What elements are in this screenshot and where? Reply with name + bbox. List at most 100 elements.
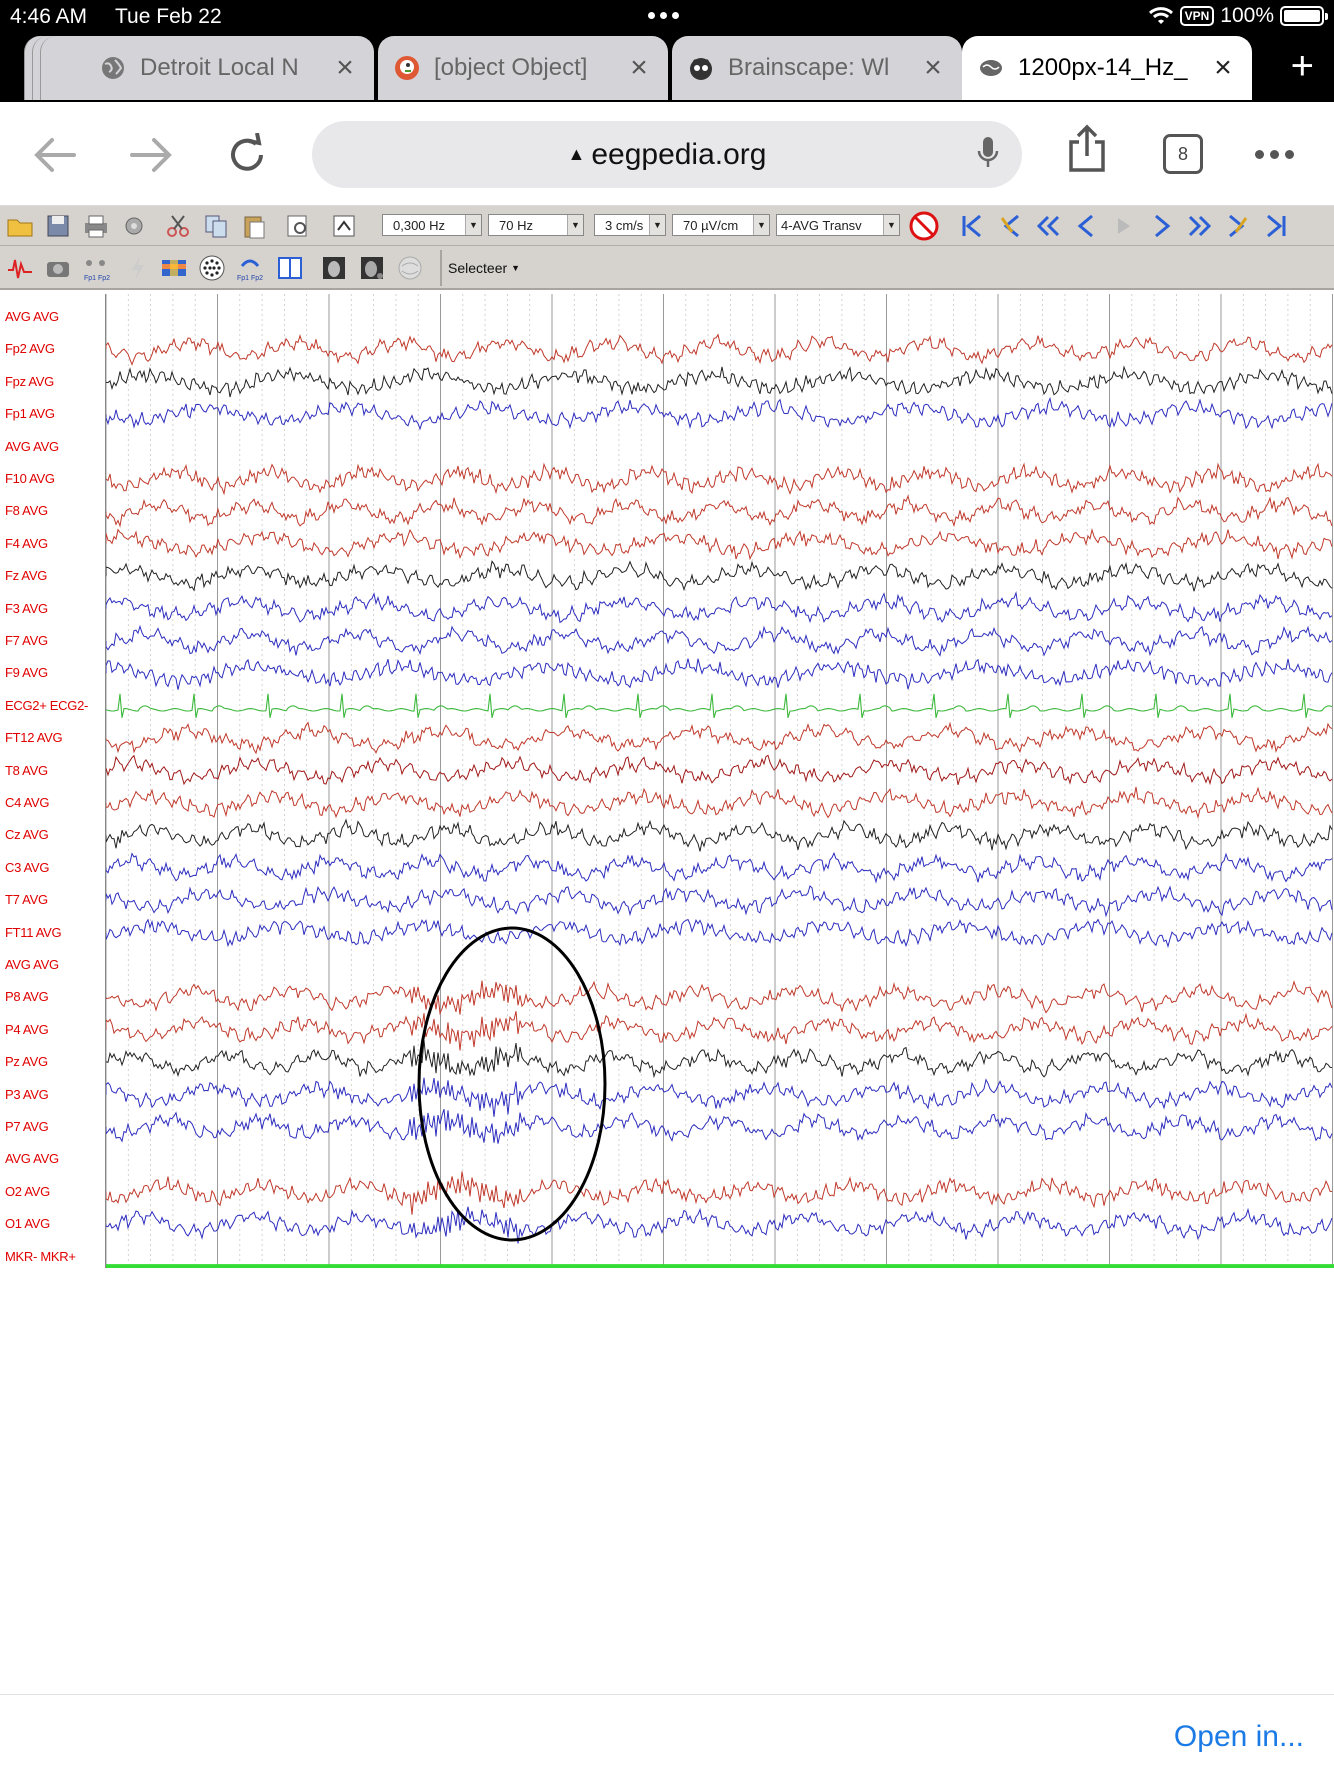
speed-value: 3 cm/s	[605, 217, 644, 233]
close-tab-icon[interactable]: ×	[920, 53, 946, 83]
channel-label: P3 AVG	[5, 1086, 49, 1102]
open-in-button[interactable]: Open in...	[1174, 1720, 1304, 1754]
reload-button[interactable]	[222, 130, 272, 180]
high-filter-select[interactable]: 70 Hz ▼	[488, 214, 584, 236]
channel-label: MKR- MKR+	[5, 1248, 76, 1264]
eeg-toolbar-bottom: Fp1 Fp2 Fp1 Fp2 Selecteer ▼	[0, 246, 1334, 290]
no-entry-icon[interactable]	[908, 210, 940, 242]
chevron-down-icon: ▼	[511, 263, 521, 273]
channel-label: AVG AVG	[5, 309, 59, 324]
vpn-badge: VPN	[1179, 6, 1215, 26]
close-tab-icon[interactable]: ×	[626, 53, 652, 83]
address-bar[interactable]: ▲ eegpedia.org	[312, 121, 1022, 188]
channel-labels: AVG AVG Fp2 AVG Fpz AVG Fp1 AVG AVG AVG F10 A…	[0, 294, 106, 1268]
save-icon[interactable]	[44, 212, 72, 240]
play-icon[interactable]	[1110, 212, 1138, 240]
channel-trace	[106, 527, 1333, 561]
sensitivity-value: 70 µV/cm	[683, 217, 739, 233]
lightning-icon[interactable]	[124, 254, 152, 282]
microphone-icon[interactable]	[976, 135, 1000, 173]
select-menu-button[interactable]: Selecteer ▼	[448, 254, 520, 282]
chevron-down-icon: ▼	[649, 215, 665, 235]
reload-icon	[231, 133, 263, 171]
arrow-left-icon	[34, 138, 76, 172]
channel-trace	[106, 1109, 1333, 1144]
waveform-icon[interactable]	[6, 254, 34, 282]
chevron-down-icon: ▼	[465, 215, 481, 235]
channel-label: Fp2 AVG	[5, 341, 55, 357]
duckduckgo-icon	[394, 55, 420, 81]
electrode-fp1-fp2-icon[interactable]: Fp1 Fp2	[82, 254, 110, 282]
jump-back-icon[interactable]	[996, 212, 1024, 240]
head-video-icon[interactable]	[358, 254, 386, 282]
jump-forward-icon[interactable]	[1224, 212, 1252, 240]
cut-icon[interactable]	[164, 212, 192, 240]
go-last-icon[interactable]	[1262, 212, 1290, 240]
channel-trace	[106, 494, 1333, 528]
annotation-circle	[417, 926, 607, 1242]
channel-trace	[106, 333, 1333, 366]
close-tab-icon[interactable]: ×	[332, 53, 358, 83]
more-options-icon[interactable]	[1255, 150, 1294, 159]
electrode-grid-icon[interactable]	[198, 254, 226, 282]
tab-detroit[interactable]: Detroit Local N ×	[84, 36, 374, 100]
speed-select[interactable]: 3 cm/s ▼	[594, 214, 666, 236]
low-filter-select[interactable]: 0,300 Hz ▼	[382, 214, 482, 236]
head-profile-icon[interactable]	[320, 254, 348, 282]
multitasking-dots-icon[interactable]	[648, 12, 679, 19]
back-icon[interactable]	[1072, 212, 1100, 240]
tab-label: 1200px-14_Hz_	[1018, 54, 1188, 81]
battery-icon	[1280, 6, 1328, 26]
fast-back-icon[interactable]	[1034, 212, 1062, 240]
camera-icon[interactable]	[44, 254, 72, 282]
channel-label: AVG AVG	[5, 1151, 59, 1167]
eeg-toolbar-top: 0,300 Hz ▼ 70 Hz ▼ 3 cm/s ▼ 70 µV/cm ▼ 4-AVG…	[0, 206, 1334, 246]
channel-label: O1 AVG	[5, 1216, 50, 1232]
tab-eeg-image[interactable]: 1200px-14_Hz_ ×	[962, 36, 1252, 100]
split-view-icon[interactable]	[276, 254, 304, 282]
channel-label: F9 AVG	[5, 665, 48, 681]
brain-icon	[978, 55, 1004, 81]
channel-trace	[106, 721, 1333, 755]
channel-trace	[106, 396, 1333, 431]
share-button[interactable]	[1062, 124, 1112, 174]
spectrum-map-icon[interactable]	[160, 254, 188, 282]
montage-select[interactable]: 4-AVG Transv ▼	[776, 214, 900, 236]
channel-label: Cz AVG	[5, 827, 49, 843]
channel-label: F8 AVG	[5, 503, 48, 519]
new-tab-button[interactable]: +	[1291, 46, 1314, 86]
channel-trace	[106, 1206, 1333, 1244]
tab-bar: Detroit Local N × [object Object] × Brai…	[0, 34, 1334, 102]
channel-trace	[106, 885, 1333, 918]
channel-label: T8 AVG	[5, 762, 48, 778]
tab-count-button[interactable]: 8	[1163, 134, 1203, 174]
footer-divider	[0, 1694, 1334, 1695]
close-tab-icon[interactable]: ×	[1210, 53, 1236, 83]
tab-brainscape[interactable]: Brainscape: Wl ×	[672, 36, 962, 100]
sensitivity-select[interactable]: 70 µV/cm ▼	[672, 214, 770, 236]
channel-label: F7 AVG	[5, 633, 48, 648]
paste-icon[interactable]	[240, 212, 268, 240]
low-filter-value: 0,300 Hz	[393, 217, 446, 233]
brain-map-icon[interactable]	[396, 254, 424, 282]
eeg-viewer-image: 0,300 Hz ▼ 70 Hz ▼ 3 cm/s ▼ 70 µV/cm ▼ 4-AVG…	[0, 206, 1334, 1268]
channel-label: P8 AVG	[5, 989, 49, 1005]
go-first-icon[interactable]	[958, 212, 986, 240]
status-time: 4:46 AM	[10, 5, 88, 28]
channel-trace	[106, 462, 1333, 496]
export-icon[interactable]	[330, 212, 358, 240]
print-icon[interactable]	[82, 212, 110, 240]
open-folder-icon[interactable]	[6, 212, 34, 240]
channel-trace	[106, 624, 1333, 657]
copy-icon[interactable]	[202, 212, 230, 240]
settings-icon[interactable]	[120, 212, 148, 240]
print-preview-icon[interactable]	[284, 212, 312, 240]
forward-icon[interactable]	[1148, 212, 1176, 240]
site-warning-icon: ▲	[567, 144, 586, 164]
swap-electrodes-icon[interactable]: Fp1 Fp2	[236, 254, 264, 282]
channel-label: F4 AVG	[5, 535, 48, 551]
forward-button[interactable]	[126, 130, 176, 180]
tab-object[interactable]: [object Object] ×	[378, 36, 668, 100]
fast-forward-icon[interactable]	[1186, 212, 1214, 240]
back-button[interactable]	[30, 130, 80, 180]
